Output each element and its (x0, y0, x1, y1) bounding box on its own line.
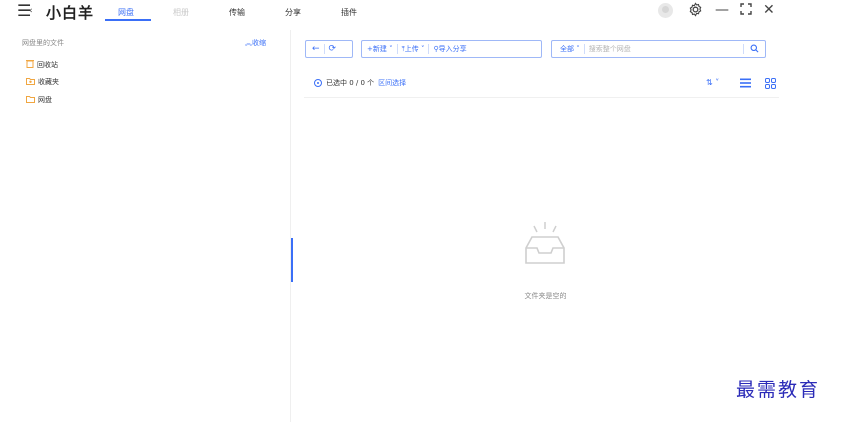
search-input[interactable]: 搜索整个网盘 (589, 44, 739, 54)
divider (323, 44, 325, 54)
sidebar-item-favorites[interactable]: 收藏夹 (26, 77, 59, 87)
list-view-icon[interactable] (740, 78, 751, 90)
range-select-link[interactable]: 区间选择 (378, 78, 406, 88)
trash-icon (26, 59, 34, 70)
maximize-button[interactable] (739, 2, 753, 20)
select-all-radio[interactable] (314, 79, 322, 87)
folder-icon (26, 95, 35, 105)
filter-dropdown[interactable]: 全部 ˅ (560, 44, 580, 54)
divider (304, 97, 779, 98)
divider (428, 44, 430, 54)
divider (396, 44, 398, 54)
back-button[interactable]: ← (312, 44, 320, 54)
tab-netdisk[interactable]: 网盘 (118, 7, 134, 18)
resize-handle[interactable] (291, 238, 293, 282)
tab-share[interactable]: 分享 (285, 7, 301, 18)
sidebar-item-label: 收藏夹 (38, 78, 59, 86)
gear-icon[interactable] (688, 2, 703, 21)
selection-count: 已选中 0 / 0 个 (326, 79, 375, 87)
sidebar-item-label: 回收站 (37, 60, 58, 69)
empty-inbox-icon (520, 220, 570, 270)
new-button[interactable]: +新建 ˅ (367, 44, 393, 54)
search-icon[interactable] (750, 44, 759, 55)
upload-button[interactable]: ⤒上传 ˅ (402, 44, 425, 54)
import-share-button[interactable]: ⚲导入分享 (433, 44, 466, 54)
watermark: 最需教育 (736, 379, 821, 401)
chevron-up-icon: ︽ (245, 39, 252, 47)
search-bar: 全部 ˅ 搜索整个网盘 (551, 40, 766, 58)
sort-icon[interactable]: ⇅ ˅ (706, 78, 719, 87)
app-title: 小白羊 (46, 4, 95, 22)
close-button[interactable]: ✕ (763, 2, 775, 18)
import-share-label: 导入分享 (438, 45, 467, 53)
new-label: 新建 (372, 45, 387, 53)
file-actions-group: +新建 ˅ ⤒上传 ˅ ⚲导入分享 (361, 40, 542, 58)
selection-bar: 已选中 0 / 0 个 区间选择 (314, 78, 406, 88)
top-bar: ☰ ‹ 小白羊 网盘 相册 传输 分享 插件 — ✕ (0, 0, 857, 24)
collapse-label: 收缩 (252, 39, 266, 47)
active-tab-indicator (105, 19, 151, 21)
tab-album[interactable]: 相册 (173, 7, 189, 18)
refresh-button[interactable]: ⟳ (329, 44, 337, 54)
user-avatar-icon[interactable] (658, 3, 673, 18)
sidebar-collapse-button[interactable]: ︽收缩 (245, 38, 266, 48)
upload-label: 上传 (404, 45, 419, 53)
sidebar: 网盘里的文件 ︽收缩 回收站 收藏夹 网盘 (0, 30, 290, 422)
sidebar-item-netdisk[interactable]: 网盘 (26, 95, 52, 105)
panel-divider (290, 30, 291, 422)
grid-view-icon[interactable] (765, 78, 776, 91)
star-folder-icon (26, 77, 35, 87)
divider (743, 44, 744, 54)
divider (583, 44, 585, 54)
sidebar-item-trash[interactable]: 回收站 (26, 59, 58, 70)
sidebar-item-label: 网盘 (38, 96, 52, 104)
menu-icon[interactable]: ☰ ‹ (17, 3, 33, 19)
tab-transfer[interactable]: 传输 (229, 7, 245, 18)
minimize-button[interactable]: — (715, 2, 729, 18)
filter-label: 全部 (560, 45, 574, 53)
sidebar-title: 网盘里的文件 (22, 39, 64, 47)
empty-state-text: 文件夹是空的 (524, 292, 567, 300)
tab-plugins[interactable]: 插件 (341, 7, 357, 18)
navigation-group: ← ⟳ (305, 40, 353, 58)
